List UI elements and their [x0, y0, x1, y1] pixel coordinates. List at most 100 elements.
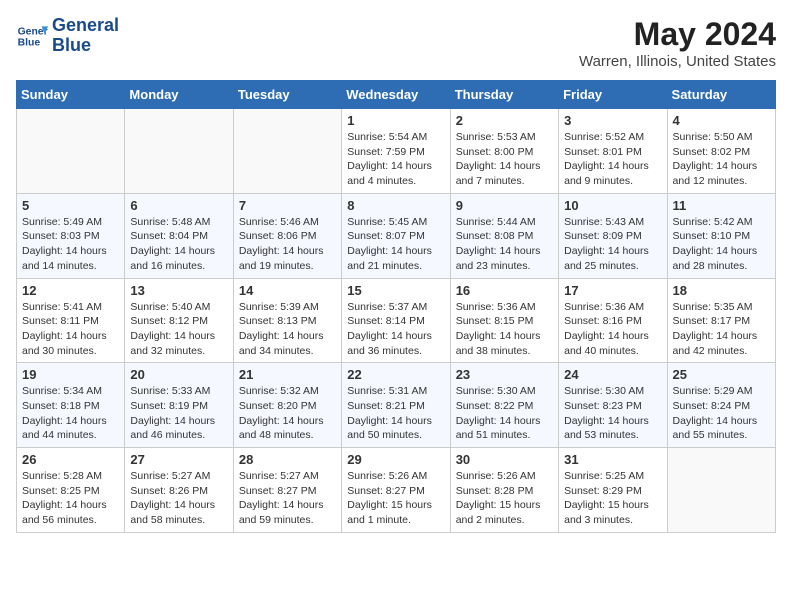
calendar-cell: 15Sunrise: 5:37 AM Sunset: 8:14 PM Dayli… — [342, 278, 450, 363]
location-title: Warren, Illinois, United States — [579, 53, 776, 70]
day-info: Sunrise: 5:25 AM Sunset: 8:29 PM Dayligh… — [564, 469, 661, 528]
calendar-week-row: 26Sunrise: 5:28 AM Sunset: 8:25 PM Dayli… — [17, 448, 776, 533]
day-number: 3 — [564, 113, 661, 128]
day-info: Sunrise: 5:49 AM Sunset: 8:03 PM Dayligh… — [22, 215, 119, 274]
day-info: Sunrise: 5:45 AM Sunset: 8:07 PM Dayligh… — [347, 215, 444, 274]
calendar-cell: 17Sunrise: 5:36 AM Sunset: 8:16 PM Dayli… — [559, 278, 667, 363]
day-number: 28 — [239, 452, 336, 467]
calendar-cell: 14 Sunrise: 5:39 AM Sunset: 8:13 PM Dayli… — [233, 278, 341, 363]
calendar-cell — [233, 109, 341, 194]
day-number: 5 — [22, 198, 119, 213]
day-info: Sunrise: 5:44 AM Sunset: 8:08 PM Dayligh… — [456, 215, 553, 274]
day-info: Sunrise: 5:29 AM Sunset: 8:24 PM Dayligh… — [673, 384, 770, 443]
col-header-tuesday: Tuesday — [233, 81, 341, 109]
day-number: 17 — [564, 283, 661, 298]
day-number: 20 — [130, 367, 227, 382]
day-info: Sunrise: 5:35 AM Sunset: 8:17 PM Dayligh… — [673, 300, 770, 359]
day-info: Sunrise: 5:27 AM Sunset: 8:26 PM Dayligh… — [130, 469, 227, 528]
day-info: Sunrise: 5:53 AM Sunset: 8:00 PM Dayligh… — [456, 130, 553, 189]
col-header-saturday: Saturday — [667, 81, 775, 109]
calendar-week-row: 12 Sunrise: 5:41 AM Sunset: 8:11 PM Dayli… — [17, 278, 776, 363]
day-info: Sunrise: 5:48 AM Sunset: 8:04 PM Dayligh… — [130, 215, 227, 274]
col-header-wednesday: Wednesday — [342, 81, 450, 109]
calendar-cell: 21 Sunrise: 5:32 AM Sunset: 8:20 PM Dayli… — [233, 363, 341, 448]
calendar-cell: 13 Sunrise: 5:40 AM Sunset: 8:12 PM Dayli… — [125, 278, 233, 363]
day-info: Sunrise: 5:54 AM Sunset: 7:59 PM Dayligh… — [347, 130, 444, 189]
day-info: Sunrise: 5:32 AM Sunset: 8:20 PM Dayligh… — [239, 384, 336, 443]
calendar-table: SundayMondayTuesdayWednesdayThursdayFrid… — [16, 80, 776, 533]
calendar-cell: 2 Sunrise: 5:53 AM Sunset: 8:00 PM Daylig… — [450, 109, 558, 194]
calendar-cell: 25 Sunrise: 5:29 AM Sunset: 8:24 PM Dayli… — [667, 363, 775, 448]
month-title: May 2024 — [579, 16, 776, 53]
calendar-week-row: 5 Sunrise: 5:49 AM Sunset: 8:03 PM Daylig… — [17, 193, 776, 278]
day-number: 23 — [456, 367, 553, 382]
day-info: Sunrise: 5:30 AM Sunset: 8:23 PM Dayligh… — [564, 384, 661, 443]
day-info: Sunrise: 5:31 AM Sunset: 8:21 PM Dayligh… — [347, 384, 444, 443]
calendar-cell: 9 Sunrise: 5:44 AM Sunset: 8:08 PM Daylig… — [450, 193, 558, 278]
day-number: 18 — [673, 283, 770, 298]
day-number: 27 — [130, 452, 227, 467]
day-info: Sunrise: 5:30 AM Sunset: 8:22 PM Dayligh… — [456, 384, 553, 443]
day-info: Sunrise: 5:26 AM Sunset: 8:27 PM Dayligh… — [347, 469, 444, 528]
calendar-cell: 19 Sunrise: 5:34 AM Sunset: 8:18 PM Dayli… — [17, 363, 125, 448]
day-number: 26 — [22, 452, 119, 467]
calendar-week-row: 19 Sunrise: 5:34 AM Sunset: 8:18 PM Dayli… — [17, 363, 776, 448]
day-number: 6 — [130, 198, 227, 213]
day-info: Sunrise: 5:43 AM Sunset: 8:09 PM Dayligh… — [564, 215, 661, 274]
calendar-cell: 3 Sunrise: 5:52 AM Sunset: 8:01 PM Daylig… — [559, 109, 667, 194]
day-info: Sunrise: 5:50 AM Sunset: 8:02 PM Dayligh… — [673, 130, 770, 189]
day-number: 30 — [456, 452, 553, 467]
day-number: 25 — [673, 367, 770, 382]
day-number: 19 — [22, 367, 119, 382]
calendar-cell: 26Sunrise: 5:28 AM Sunset: 8:25 PM Dayli… — [17, 448, 125, 533]
day-number: 22 — [347, 367, 444, 382]
day-info: Sunrise: 5:42 AM Sunset: 8:10 PM Dayligh… — [673, 215, 770, 274]
logo-text-general: General — [52, 16, 119, 36]
col-header-sunday: Sunday — [17, 81, 125, 109]
day-info: Sunrise: 5:33 AM Sunset: 8:19 PM Dayligh… — [130, 384, 227, 443]
calendar-cell — [667, 448, 775, 533]
day-number: 2 — [456, 113, 553, 128]
day-info: Sunrise: 5:40 AM Sunset: 8:12 PM Dayligh… — [130, 300, 227, 359]
calendar-cell: 7Sunrise: 5:46 AM Sunset: 8:06 PM Daylig… — [233, 193, 341, 278]
day-info: Sunrise: 5:34 AM Sunset: 8:18 PM Dayligh… — [22, 384, 119, 443]
calendar-cell: 12 Sunrise: 5:41 AM Sunset: 8:11 PM Dayli… — [17, 278, 125, 363]
day-number: 9 — [456, 198, 553, 213]
day-number: 21 — [239, 367, 336, 382]
calendar-cell: 27 Sunrise: 5:27 AM Sunset: 8:26 PM Dayli… — [125, 448, 233, 533]
calendar-header-row: SundayMondayTuesdayWednesdayThursdayFrid… — [17, 81, 776, 109]
calendar-cell: 20 Sunrise: 5:33 AM Sunset: 8:19 PM Dayli… — [125, 363, 233, 448]
day-number: 7 — [239, 198, 336, 213]
calendar-cell: 8 Sunrise: 5:45 AM Sunset: 8:07 PM Daylig… — [342, 193, 450, 278]
day-number: 14 — [239, 283, 336, 298]
calendar-cell — [125, 109, 233, 194]
calendar-cell: 24Sunrise: 5:30 AM Sunset: 8:23 PM Dayli… — [559, 363, 667, 448]
day-info: Sunrise: 5:52 AM Sunset: 8:01 PM Dayligh… — [564, 130, 661, 189]
day-number: 31 — [564, 452, 661, 467]
day-number: 15 — [347, 283, 444, 298]
day-number: 10 — [564, 198, 661, 213]
calendar-cell: 10 Sunrise: 5:43 AM Sunset: 8:09 PM Dayli… — [559, 193, 667, 278]
day-number: 16 — [456, 283, 553, 298]
logo-icon: General Blue — [16, 20, 48, 52]
day-number: 13 — [130, 283, 227, 298]
calendar-cell: 29 Sunrise: 5:26 AM Sunset: 8:27 PM Dayli… — [342, 448, 450, 533]
title-area: May 2024 Warren, Illinois, United States — [579, 16, 776, 70]
calendar-cell: 16Sunrise: 5:36 AM Sunset: 8:15 PM Dayli… — [450, 278, 558, 363]
col-header-monday: Monday — [125, 81, 233, 109]
calendar-cell: 30Sunrise: 5:26 AM Sunset: 8:28 PM Dayli… — [450, 448, 558, 533]
logo-text-blue: Blue — [52, 36, 119, 56]
day-number: 8 — [347, 198, 444, 213]
calendar-cell: 6 Sunrise: 5:48 AM Sunset: 8:04 PM Daylig… — [125, 193, 233, 278]
day-info: Sunrise: 5:41 AM Sunset: 8:11 PM Dayligh… — [22, 300, 119, 359]
calendar-cell: 28Sunrise: 5:27 AM Sunset: 8:27 PM Dayli… — [233, 448, 341, 533]
logo: General Blue General Blue — [16, 16, 119, 56]
day-number: 12 — [22, 283, 119, 298]
calendar-cell: 11Sunrise: 5:42 AM Sunset: 8:10 PM Dayli… — [667, 193, 775, 278]
calendar-week-row: 1Sunrise: 5:54 AM Sunset: 7:59 PM Daylig… — [17, 109, 776, 194]
calendar-cell: 1Sunrise: 5:54 AM Sunset: 7:59 PM Daylig… — [342, 109, 450, 194]
col-header-friday: Friday — [559, 81, 667, 109]
day-info: Sunrise: 5:39 AM Sunset: 8:13 PM Dayligh… — [239, 300, 336, 359]
col-header-thursday: Thursday — [450, 81, 558, 109]
day-number: 29 — [347, 452, 444, 467]
